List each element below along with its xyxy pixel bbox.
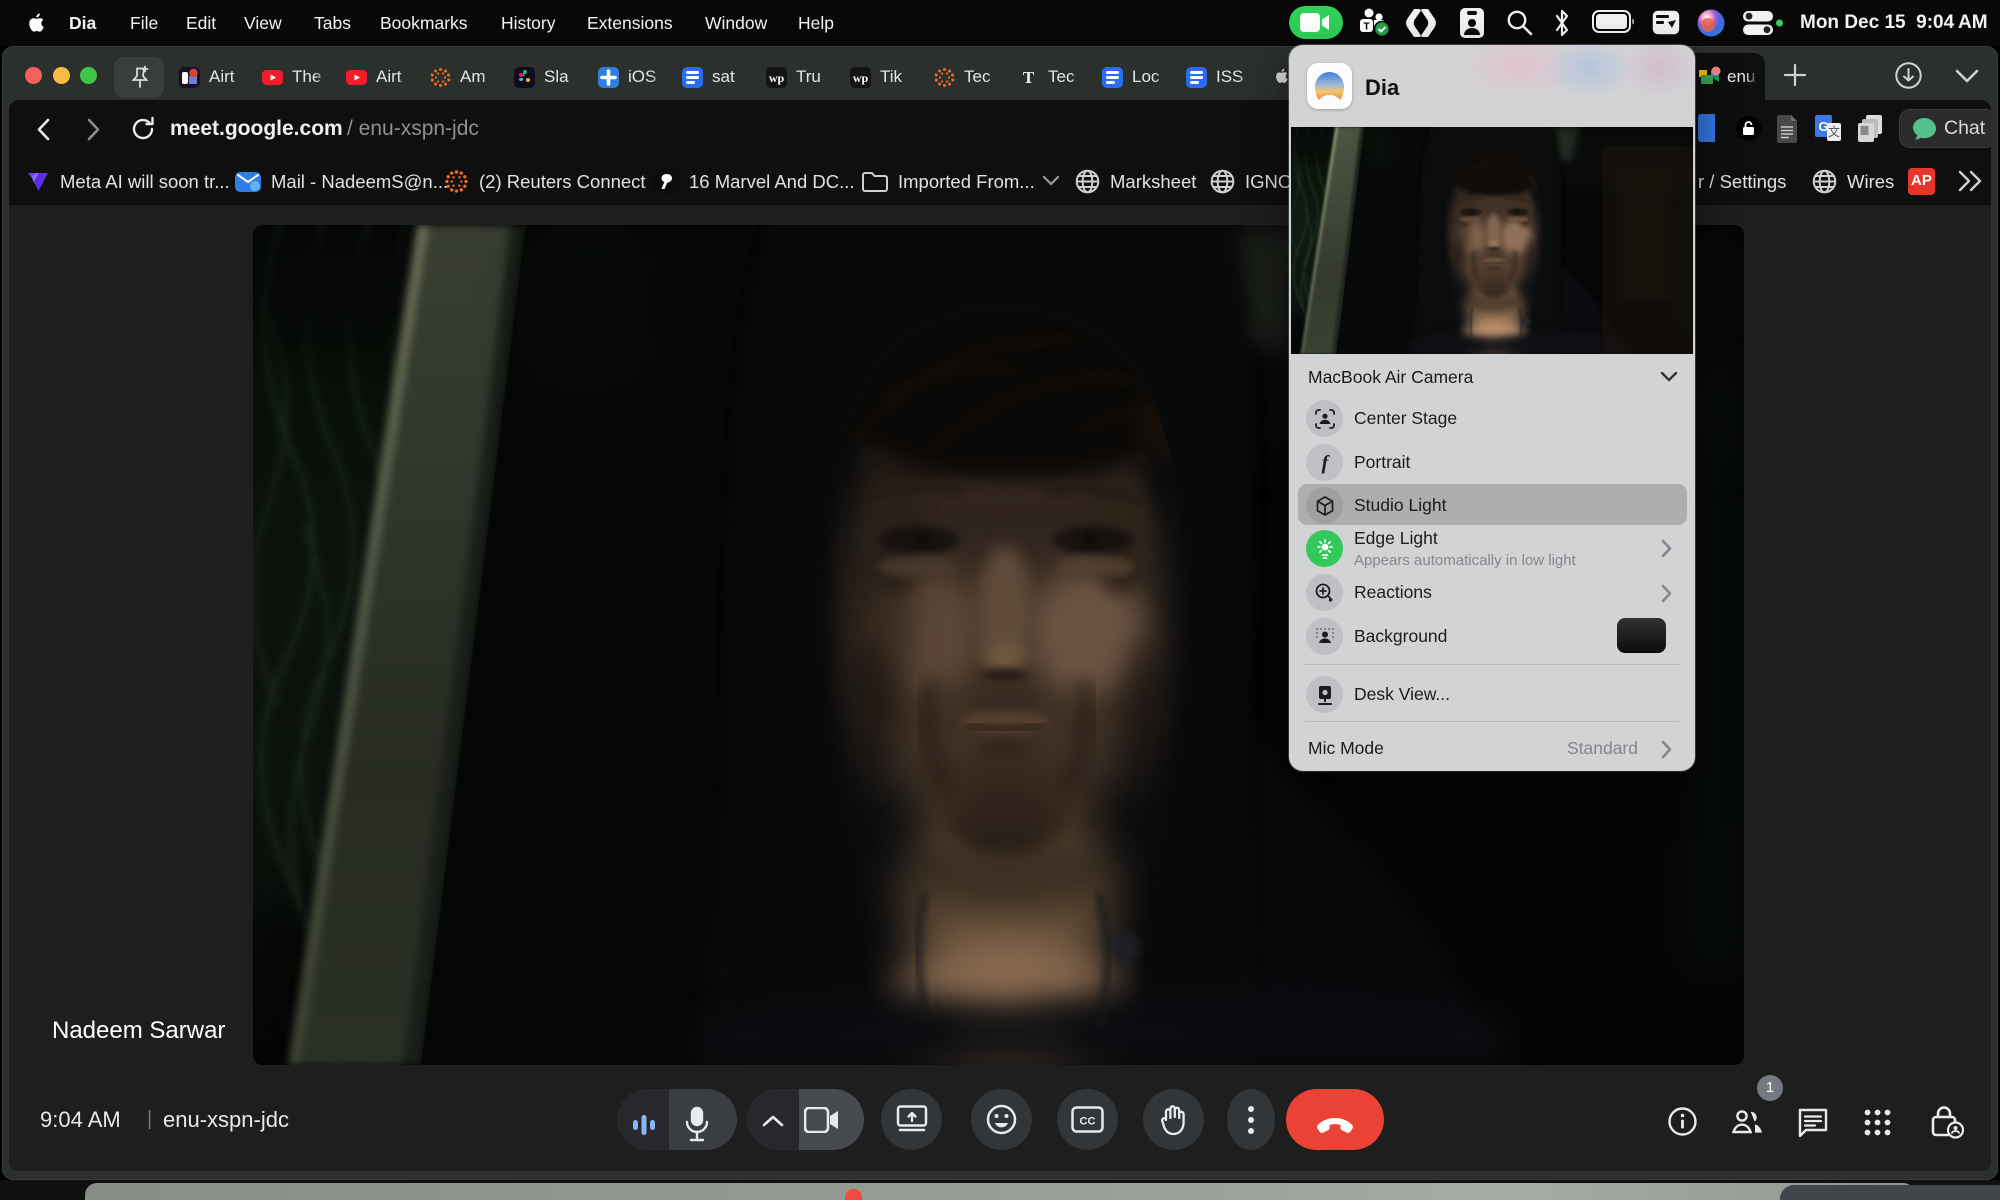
svg-text:文: 文 xyxy=(1828,124,1840,139)
svg-text:f: f xyxy=(1321,452,1330,474)
svg-text:T: T xyxy=(1023,68,1035,87)
svg-text:CC: CC xyxy=(1080,1116,1096,1128)
svg-text:T: T xyxy=(1363,22,1369,33)
svg-text:wp: wp xyxy=(769,71,785,85)
svg-text:wp: wp xyxy=(853,71,869,85)
